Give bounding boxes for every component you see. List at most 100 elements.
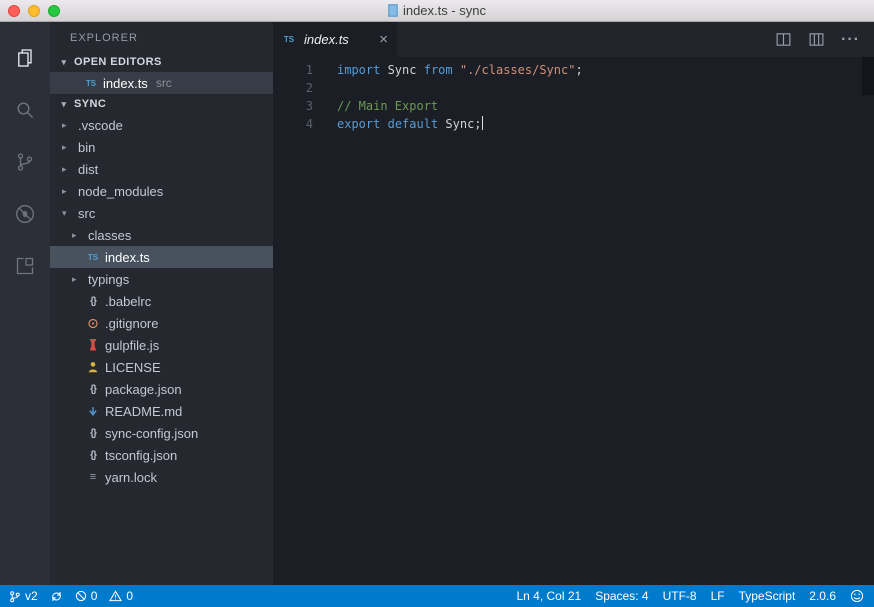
status-encoding[interactable]: UTF-8: [663, 589, 697, 603]
status-label: 2.0.6: [809, 589, 836, 603]
tree-file-.babelrc[interactable]: {} .babelrc: [50, 290, 273, 312]
code-line-1[interactable]: 1 import Sync from "./classes/Sync";: [273, 61, 874, 79]
tree-file-sync-config.json[interactable]: {} sync-config.json: [50, 422, 273, 444]
code-line-2[interactable]: 2: [273, 79, 874, 97]
tree-item-label: sync-config.json: [105, 425, 199, 441]
tree-item-label: package.json: [105, 381, 182, 397]
status-typescript-version[interactable]: 2.0.6: [809, 589, 836, 603]
tree-file-tsconfig.json[interactable]: {} tsconfig.json: [50, 444, 273, 466]
status-sync[interactable]: [50, 590, 63, 603]
tree-item-label: LICENSE: [105, 359, 161, 375]
status-warnings[interactable]: 0: [109, 589, 133, 603]
tree-folder-node_modules[interactable]: ▸ node_modules: [50, 180, 273, 202]
zoom-window-button[interactable]: [48, 5, 60, 17]
close-window-button[interactable]: [8, 5, 20, 17]
close-tab-icon[interactable]: ×: [379, 32, 388, 47]
tree-item-label: gulpfile.js: [105, 337, 160, 353]
status-indentation[interactable]: Spaces: 4: [595, 589, 648, 603]
chevron-right-icon: ▸: [62, 163, 67, 174]
warnings-icon: [109, 590, 123, 602]
tree-folder-dist[interactable]: ▸ dist: [50, 158, 273, 180]
tree-item-label: .gitignore: [105, 315, 159, 331]
tree-file-package.json[interactable]: {} package.json: [50, 378, 273, 400]
code-line-3[interactable]: 3// Main Export: [273, 97, 874, 115]
line-number: 2: [305, 81, 313, 95]
editor-actions: ···: [775, 22, 874, 57]
status-label: Ln 4, Col 21: [516, 589, 582, 603]
tree-folder-typings[interactable]: ▸ typings: [50, 268, 273, 290]
open-editors-list: TS index.ts src: [50, 72, 273, 94]
sync-icon: [50, 590, 63, 603]
folder-root-header[interactable]: ▾ SYNC: [50, 94, 273, 114]
tab-index-ts[interactable]: TS index.ts ×: [273, 22, 397, 57]
open-editor-item-index.ts[interactable]: TS index.ts src: [50, 72, 273, 94]
chevron-down-icon: ▾: [61, 56, 67, 67]
gulp-file-icon: [89, 339, 97, 351]
tree-item-label: classes: [88, 227, 132, 243]
code-editor[interactable]: 1 import Sync from "./classes/Sync"; 2 3// …: [273, 57, 874, 585]
statusbar-right: Ln 4, Col 21 Spaces: 4 UTF-8 LF TypeScript 2.…: [516, 589, 864, 603]
tree-item-label: bin: [78, 139, 96, 155]
status-label: v2: [25, 589, 38, 603]
status-eol[interactable]: LF: [711, 589, 725, 603]
typescript-file-icon: TS: [85, 78, 97, 88]
tree-item-label: node_modules: [78, 183, 164, 199]
git-branch-icon: [8, 590, 21, 603]
tree-item-label: .vscode: [78, 117, 123, 133]
tree-item-label: index.ts: [105, 249, 150, 265]
line-number: 3: [305, 99, 313, 113]
chevron-right-icon: ▸: [72, 229, 77, 240]
minimize-window-button[interactable]: [28, 5, 40, 17]
activity-item-source-control[interactable]: [0, 136, 50, 188]
open-editor-label: index.ts: [103, 75, 148, 91]
tab-bar: TS index.ts × ···: [273, 22, 874, 57]
tree-file-.gitignore[interactable]: .gitignore: [50, 312, 273, 334]
scrollbar[interactable]: [862, 57, 874, 95]
more-actions-icon[interactable]: ···: [841, 31, 860, 49]
status-errors[interactable]: 0: [75, 589, 98, 603]
extensions-icon: [13, 254, 37, 278]
tree-file-README.md[interactable]: README.md: [50, 400, 273, 422]
window-controls: [8, 5, 60, 17]
open-editors-header[interactable]: ▾ OPEN EDITORS: [50, 52, 273, 72]
toggle-layout-icon[interactable]: [808, 31, 825, 48]
tree-folder-.vscode[interactable]: ▸ .vscode: [50, 114, 273, 136]
line-number: 4: [305, 117, 313, 131]
chevron-right-icon: ▸: [62, 119, 67, 130]
json-file-icon: {}: [90, 449, 97, 461]
vscode-window: index.ts - sync EXPLORER ▾ OPEN EDITORS …: [0, 0, 874, 607]
code-lines: 1 import Sync from "./classes/Sync"; 2 3// …: [273, 61, 874, 133]
smiley-icon: [850, 589, 864, 603]
status-cursor-position[interactable]: Ln 4, Col 21: [516, 589, 581, 603]
tree-item-label: tsconfig.json: [105, 447, 178, 463]
typescript-file-icon: TS: [87, 252, 99, 262]
errors-icon: [75, 590, 87, 602]
tree-item-label: typings: [88, 271, 130, 287]
code-line-4[interactable]: 4 export default Sync;: [273, 115, 874, 133]
split-editor-icon[interactable]: [775, 31, 792, 48]
tree-folder-classes[interactable]: ▸ classes: [50, 224, 273, 246]
git-file-icon: [88, 318, 98, 328]
tree-file-index.ts[interactable]: TS index.ts: [50, 246, 273, 268]
tree-file-LICENSE[interactable]: LICENSE: [50, 356, 273, 378]
status-label: 0: [90, 589, 98, 603]
debug-icon: [13, 202, 37, 226]
file-tree: ▸ .vscode ▸ bin ▸ dist ▸ node_modules ▾ src ▸ class…: [50, 114, 273, 488]
status-branch[interactable]: v2: [8, 589, 38, 603]
status-feedback[interactable]: [850, 589, 864, 603]
tree-folder-bin[interactable]: ▸ bin: [50, 136, 273, 158]
activity-item-extensions[interactable]: [0, 240, 50, 292]
typescript-file-icon: TS: [283, 35, 295, 44]
tree-file-yarn.lock[interactable]: ≡ yarn.lock: [50, 466, 273, 488]
tab-file-icon: TS: [282, 35, 299, 44]
activity-item-search[interactable]: [0, 84, 50, 136]
tree-file-gulpfile.js[interactable]: gulpfile.js: [50, 334, 273, 356]
chevron-down-icon: ▾: [62, 207, 67, 218]
activity-item-debug[interactable]: [0, 188, 50, 240]
tree-folder-src[interactable]: ▾ src: [50, 202, 273, 224]
sidebar-title: EXPLORER: [70, 32, 138, 44]
license-file-icon: [88, 362, 98, 373]
status-language-mode[interactable]: TypeScript: [739, 589, 796, 603]
activity-item-explorer[interactable]: [0, 32, 50, 84]
json-file-icon: {}: [90, 383, 97, 395]
